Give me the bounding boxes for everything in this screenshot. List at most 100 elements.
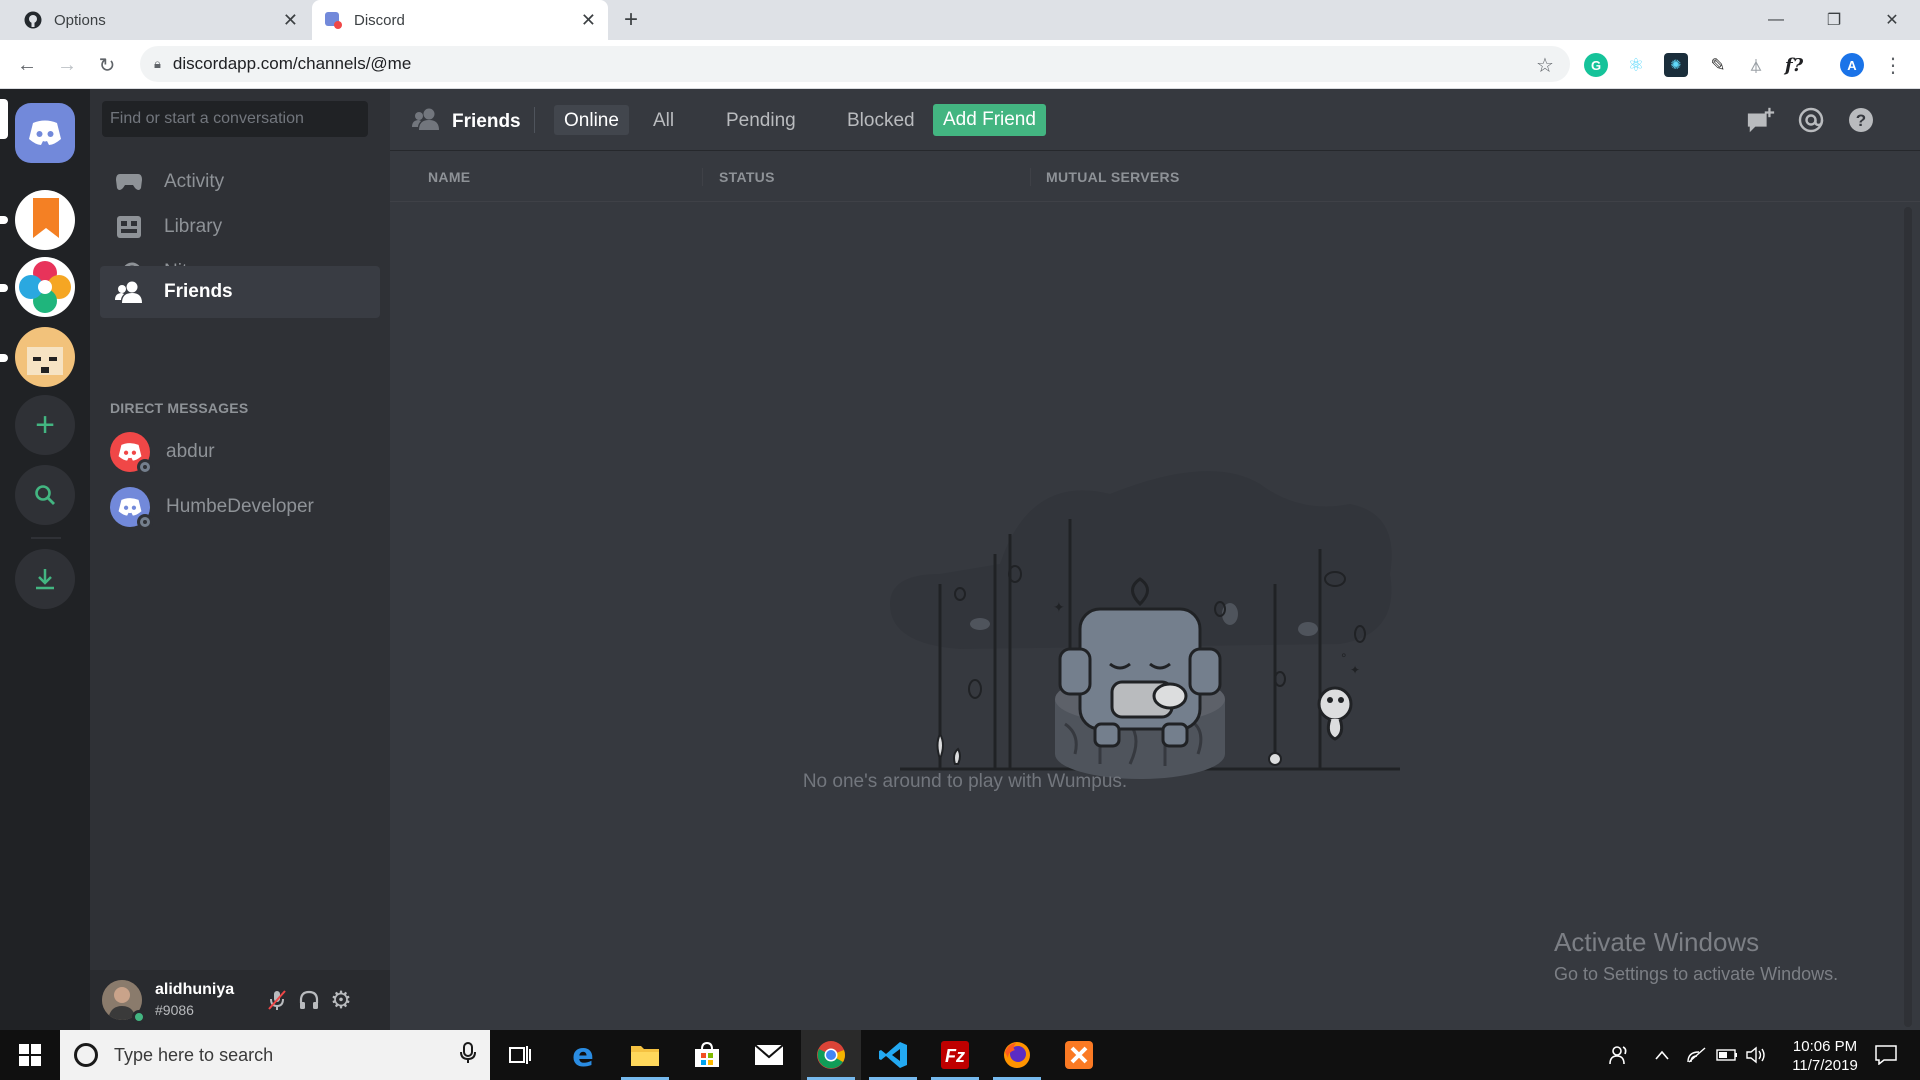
start-windows-icon[interactable] (0, 1030, 60, 1080)
discord-favicon-icon (324, 11, 342, 29)
browser-tab-title: Options (54, 11, 106, 29)
tab-blocked[interactable]: Blocked (837, 105, 925, 135)
dm-name: abdur (166, 441, 215, 462)
close-icon[interactable]: ✕ (283, 10, 298, 31)
task-view-icon[interactable] (490, 1030, 550, 1080)
battery-icon[interactable] (1714, 1030, 1740, 1080)
vscode-icon[interactable] (863, 1030, 923, 1080)
tools-extension-icon[interactable]: ✎ (1706, 53, 1730, 77)
chrome-menu-icon[interactable]: ⋮ (1880, 52, 1906, 78)
chevron-up-icon[interactable] (1650, 1030, 1674, 1080)
new-group-dm-icon[interactable] (1746, 105, 1776, 135)
microsoft-store-icon[interactable] (677, 1030, 737, 1080)
microphone-icon[interactable] (460, 1041, 476, 1069)
scrollbar[interactable] (1904, 207, 1912, 1027)
font-extension-icon[interactable]: f? (1782, 53, 1806, 77)
tab-online[interactable]: Online (554, 105, 629, 135)
avatar (110, 432, 153, 475)
svg-text:✦: ✦ (1350, 663, 1360, 677)
nav-item-friends[interactable]: Friends (100, 266, 380, 318)
direct-messages-header: DIRECT MESSAGES (110, 400, 249, 416)
wumpus-illustration: ✦ ✦ ✦ ∘ (890, 471, 1400, 779)
server-bookmark-icon[interactable] (15, 190, 75, 250)
avatar (110, 487, 153, 530)
mentions-at-icon[interactable] (1796, 105, 1826, 135)
back-arrow-icon[interactable]: ← (14, 52, 40, 78)
react-devtools-icon[interactable]: ⚛ (1624, 53, 1648, 77)
mute-microphone-icon[interactable] (264, 987, 290, 1013)
firefox-icon[interactable] (987, 1030, 1047, 1080)
volume-icon[interactable] (1744, 1030, 1770, 1080)
reload-icon[interactable]: ↻ (94, 52, 120, 78)
add-friend-button[interactable]: Add Friend (933, 104, 1046, 136)
library-icon (114, 212, 144, 242)
conversation-search-input[interactable]: Find or start a conversation (102, 101, 368, 137)
system-clock[interactable]: 10:06 PM 11/7/2019 (1770, 1037, 1880, 1075)
file-explorer-icon[interactable] (615, 1030, 675, 1080)
edge-browser-icon[interactable]: e (553, 1030, 613, 1080)
watermark-title: Activate Windows (1554, 927, 1760, 957)
nav-label: Library (164, 216, 223, 237)
browser-tab-options[interactable]: Options ✕ (12, 0, 310, 40)
minimize-icon[interactable]: — (1748, 0, 1804, 40)
browser-toolbar: ← → ↻ 🔒︎ discordapp.com/channels/@me ☆ G… (0, 40, 1920, 89)
grammarly-extension-icon[interactable]: G (1584, 53, 1608, 77)
server-colorful-icon[interactable] (15, 257, 75, 317)
browser-tab-discord[interactable]: Discord ✕ (312, 0, 608, 40)
restore-icon[interactable]: ❐ (1806, 0, 1862, 40)
svg-text:?: ? (1856, 111, 1866, 130)
column-header-name[interactable]: NAME (428, 169, 470, 185)
extension-icon[interactable]: ⏃ (1744, 53, 1768, 77)
clock-time: 10:06 PM (1792, 1038, 1858, 1055)
bookmark-star-icon[interactable]: ☆ (1532, 52, 1558, 78)
offline-status-icon (137, 514, 153, 530)
divider (1030, 168, 1031, 186)
chrome-icon[interactable] (801, 1030, 861, 1080)
windows-taskbar: Type here to search e Fz 10:06 PM 11/7/2… (0, 1030, 1920, 1080)
headphones-icon[interactable] (296, 987, 322, 1013)
explore-search-icon[interactable] (15, 465, 75, 525)
add-server-icon[interactable]: + (15, 395, 75, 455)
dm-item-humbedeveloper[interactable]: HumbeDeveloper (110, 483, 380, 531)
unread-indicator (0, 216, 8, 224)
column-header-mutual-servers[interactable]: MUTUAL SERVERS (1046, 169, 1180, 185)
nav-label: Activity (164, 171, 225, 192)
online-status-icon (132, 1010, 146, 1024)
username: alidhuniya (155, 981, 235, 998)
tab-all[interactable]: All (643, 105, 684, 135)
address-bar[interactable]: 🔒︎ discordapp.com/channels/@me (140, 46, 1570, 82)
filezilla-icon[interactable]: Fz (925, 1030, 985, 1080)
notifications-icon[interactable] (1866, 1030, 1906, 1080)
help-question-icon[interactable]: ? (1846, 105, 1876, 135)
selected-indicator (0, 99, 8, 139)
gamepad-icon (114, 167, 144, 197)
cortana-icon (74, 1043, 98, 1067)
profile-avatar[interactable]: A (1840, 53, 1864, 77)
server-dog-icon[interactable] (15, 327, 75, 387)
close-window-icon[interactable]: ✕ (1864, 0, 1920, 40)
dm-item-abdur[interactable]: abdur (110, 428, 380, 476)
download-apps-icon[interactable] (15, 549, 75, 609)
mail-icon[interactable] (739, 1030, 799, 1080)
new-tab-plus-icon[interactable]: + (624, 6, 638, 34)
separator (31, 537, 61, 539)
unread-indicator (0, 284, 8, 292)
close-icon[interactable]: ✕ (581, 10, 596, 31)
tab-pending[interactable]: Pending (716, 105, 806, 135)
forward-arrow-icon[interactable]: → (54, 52, 80, 78)
friends-header: Friends Online All Pending Blocked Add F… (390, 89, 1920, 151)
network-icon[interactable] (1684, 1030, 1710, 1080)
extension-icon[interactable]: ✺ (1664, 53, 1688, 77)
empty-state-text: No one's around to play with Wumpus. (802, 771, 1128, 792)
browser-tabstrip: Options ✕ Discord ✕ + — ❐ ✕ (0, 0, 1920, 40)
clock-date: 11/7/2019 (1792, 1057, 1858, 1074)
people-icon[interactable] (1604, 1030, 1634, 1080)
column-header-status[interactable]: STATUS (719, 169, 775, 185)
friends-main: Friends Online All Pending Blocked Add F… (390, 89, 1920, 1030)
friends-icon (114, 277, 144, 307)
user-settings-gear-icon[interactable]: ⚙ (328, 987, 354, 1014)
taskbar-search-input[interactable]: Type here to search (60, 1030, 490, 1080)
home-discord-icon[interactable] (15, 103, 75, 163)
svg-text:Fz: Fz (945, 1046, 965, 1066)
xampp-icon[interactable] (1049, 1030, 1109, 1080)
